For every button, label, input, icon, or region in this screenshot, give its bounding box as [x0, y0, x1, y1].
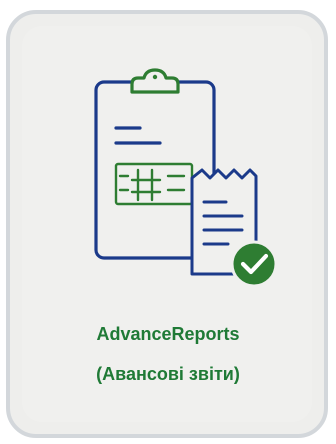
app-subtitle: (Авансові звіти)	[96, 364, 240, 384]
advance-reports-illustration	[94, 68, 278, 288]
app-title: AdvanceReports	[96, 324, 240, 344]
checkmark-badge-icon	[230, 240, 278, 288]
